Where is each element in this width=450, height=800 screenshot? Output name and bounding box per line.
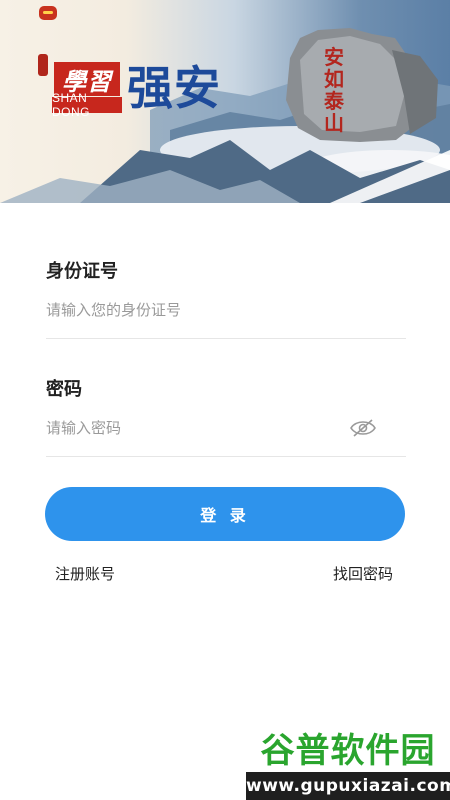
id-number-divider xyxy=(46,338,406,339)
logo-region: SHAN DONG xyxy=(52,91,122,119)
id-number-input[interactable] xyxy=(46,298,346,322)
seal-stamp xyxy=(38,54,48,76)
password-divider xyxy=(46,456,406,457)
header-banner: 學習 SHAN DONG 强安 安如泰山 xyxy=(0,0,450,203)
id-number-label: 身份证号 xyxy=(46,261,118,282)
logo-slogan: 强安 xyxy=(127,61,221,115)
forgot-password-link[interactable]: 找回密码 xyxy=(333,563,393,584)
app-icon xyxy=(39,6,57,20)
register-link[interactable]: 注册账号 xyxy=(55,563,115,584)
eye-off-icon[interactable] xyxy=(349,418,377,438)
watermark: 谷普软件园 www.gupuxiazai.com xyxy=(246,730,450,800)
watermark-url: www.gupuxiazai.com xyxy=(246,772,450,800)
password-input[interactable] xyxy=(46,416,346,440)
password-label: 密码 xyxy=(46,379,82,400)
login-button[interactable]: 登 录 xyxy=(45,487,405,541)
watermark-title: 谷普软件园 xyxy=(246,730,450,772)
rock-inscription: 安如泰山 xyxy=(324,45,344,135)
